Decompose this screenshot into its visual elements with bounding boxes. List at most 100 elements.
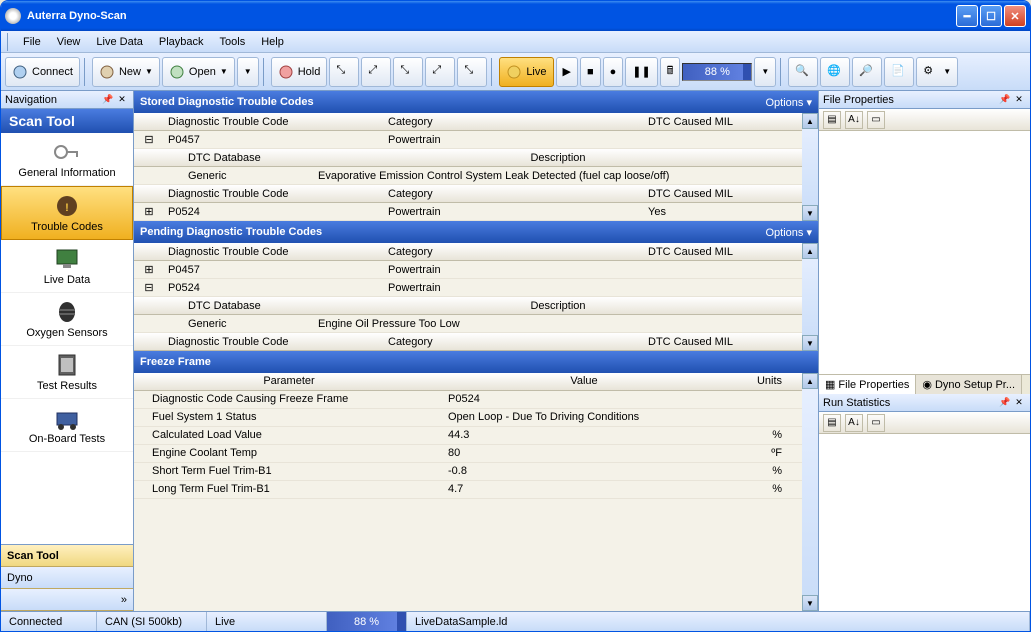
titlebar[interactable]: Auterra Dyno-Scan ━ ☐ ✕ — [1, 1, 1030, 31]
scrollbar[interactable]: ▲ ▼ — [802, 243, 818, 351]
scrollbar[interactable]: ▲ ▼ — [802, 373, 818, 611]
col-header-database[interactable]: DTC Database — [184, 298, 314, 314]
nav-item-general-information[interactable]: General Information — [1, 133, 133, 186]
settings-button[interactable]: ⚙▼ — [916, 57, 958, 87]
scroll-up-icon[interactable]: ▲ — [802, 373, 818, 389]
nav-item-onboard-tests[interactable]: On-Board Tests — [1, 399, 133, 452]
expand-icon[interactable]: ⊞ — [134, 203, 164, 220]
table-row[interactable]: Diagnostic Code Causing Freeze FrameP052… — [134, 391, 802, 409]
tool-button-3[interactable]: 🔎 — [852, 57, 882, 87]
nav-tab-expand[interactable]: » — [1, 589, 133, 611]
scrollbar[interactable]: ▲ ▼ — [802, 113, 818, 221]
table-row[interactable]: Long Term Fuel Trim-B14.7% — [134, 481, 802, 499]
col-header-category[interactable]: Category — [384, 244, 644, 260]
live-button[interactable]: Live — [499, 57, 553, 87]
pin-button[interactable]: 📌 — [998, 93, 1012, 107]
col-header-dtc[interactable]: Diagnostic Trouble Code — [164, 334, 384, 350]
categorize-button[interactable]: ▤ — [823, 414, 841, 432]
table-row[interactable]: Generic Engine Oil Pressure Too Low — [134, 315, 802, 333]
arrows-button-1[interactable]: ⤡ — [329, 57, 359, 87]
collapse-icon[interactable]: ⊟ — [134, 131, 164, 148]
nav-item-trouble-codes[interactable]: ! Trouble Codes — [1, 186, 133, 240]
play-button[interactable]: ▶ — [556, 57, 578, 87]
col-header-parameter[interactable]: Parameter — [134, 373, 444, 390]
sort-button[interactable]: A↓ — [845, 414, 863, 432]
col-header-description[interactable]: Description — [314, 298, 802, 314]
sort-button[interactable]: A↓ — [845, 111, 863, 129]
col-header-category[interactable]: Category — [384, 186, 644, 202]
col-header-mil[interactable]: DTC Caused MIL — [644, 244, 802, 260]
col-header-dtc[interactable]: Diagnostic Trouble Code — [164, 114, 384, 130]
arrows-button-3[interactable]: ⤡ — [393, 57, 423, 87]
pause-button[interactable]: ❚❚ — [625, 57, 657, 87]
nav-item-oxygen-sensors[interactable]: Oxygen Sensors — [1, 293, 133, 346]
table-row[interactable]: Generic Evaporative Emission Control Sys… — [134, 167, 802, 185]
table-row[interactable]: ⊟ P0457 Powertrain — [134, 131, 802, 149]
progress-dropdown[interactable]: ▼ — [754, 57, 776, 87]
tab-dyno-setup[interactable]: ◉Dyno Setup Pr... — [916, 375, 1022, 394]
open-button[interactable]: Open ▼ — [162, 57, 235, 87]
col-header-dtc[interactable]: Diagnostic Trouble Code — [164, 186, 384, 202]
scroll-down-icon[interactable]: ▼ — [802, 595, 818, 611]
close-button[interactable]: ✕ — [1004, 5, 1026, 27]
options-button[interactable]: Options ▾ — [766, 96, 813, 109]
nav-tab-scan-tool[interactable]: Scan Tool — [1, 545, 133, 567]
categorize-button[interactable]: ▤ — [823, 111, 841, 129]
nav-tab-dyno[interactable]: Dyno — [1, 567, 133, 589]
tool-button-1[interactable]: 🔍 — [788, 57, 818, 87]
menu-view[interactable]: View — [49, 34, 89, 50]
minimize-button[interactable]: ━ — [956, 5, 978, 27]
col-header-database[interactable]: DTC Database — [184, 150, 314, 166]
nav-item-live-data[interactable]: Live Data — [1, 240, 133, 293]
table-row[interactable]: ⊞ P0457 Powertrain — [134, 261, 802, 279]
tool-button-4[interactable]: 📄 — [884, 57, 914, 87]
hold-button[interactable]: Hold — [271, 57, 328, 87]
tab-file-properties[interactable]: ▦File Properties — [819, 375, 916, 394]
arrows-button-5[interactable]: ⤡ — [457, 57, 487, 87]
table-row[interactable]: ⊞ P0524 Powertrain Yes — [134, 203, 802, 221]
col-header-units[interactable]: Units — [724, 373, 802, 390]
connect-button[interactable]: Connect — [5, 57, 80, 87]
grip-icon[interactable] — [7, 33, 11, 51]
col-header-dtc[interactable]: Diagnostic Trouble Code — [164, 244, 384, 260]
open-dropdown-button[interactable]: ▼ — [237, 57, 259, 87]
scroll-down-icon[interactable]: ▼ — [802, 205, 818, 221]
pin-button[interactable]: 📌 — [101, 93, 115, 107]
table-row[interactable]: Fuel System 1 StatusOpen Loop - Due To D… — [134, 409, 802, 427]
col-header-category[interactable]: Category — [384, 334, 644, 350]
tool-button-2[interactable]: 🌐 — [820, 57, 850, 87]
counter-button[interactable]: 🖩 — [660, 57, 681, 87]
scroll-up-icon[interactable]: ▲ — [802, 113, 818, 129]
col-header-description[interactable]: Description — [314, 150, 802, 166]
menu-file[interactable]: File — [15, 34, 49, 50]
maximize-button[interactable]: ☐ — [980, 5, 1002, 27]
arrows-button-2[interactable]: ⤢ — [361, 57, 391, 87]
table-row[interactable]: Calculated Load Value44.3% — [134, 427, 802, 445]
pin-button[interactable]: 📌 — [998, 396, 1012, 410]
page-button[interactable]: ▭ — [867, 111, 885, 129]
menu-help[interactable]: Help — [253, 34, 292, 50]
nav-item-test-results[interactable]: Test Results — [1, 346, 133, 399]
col-header-mil[interactable]: DTC Caused MIL — [644, 114, 802, 130]
col-header-mil[interactable]: DTC Caused MIL — [644, 186, 802, 202]
options-button[interactable]: Options ▾ — [766, 226, 813, 239]
menu-playback[interactable]: Playback — [151, 34, 212, 50]
stop-button[interactable]: ■ — [580, 57, 601, 87]
col-header-value[interactable]: Value — [444, 373, 724, 390]
menu-live-data[interactable]: Live Data — [88, 34, 150, 50]
expand-icon[interactable]: ⊞ — [134, 261, 164, 278]
record-button[interactable]: ● — [603, 57, 624, 87]
page-button[interactable]: ▭ — [867, 414, 885, 432]
table-row[interactable]: Engine Coolant Temp80ºF — [134, 445, 802, 463]
panel-close-button[interactable]: ✕ — [115, 93, 129, 107]
arrows-button-4[interactable]: ⤢ — [425, 57, 455, 87]
panel-close-button[interactable]: ✕ — [1012, 93, 1026, 107]
panel-close-button[interactable]: ✕ — [1012, 396, 1026, 410]
scroll-down-icon[interactable]: ▼ — [802, 335, 818, 351]
scroll-up-icon[interactable]: ▲ — [802, 243, 818, 259]
collapse-icon[interactable]: ⊟ — [134, 279, 164, 296]
menu-tools[interactable]: Tools — [212, 34, 254, 50]
table-row[interactable]: Short Term Fuel Trim-B1-0.8% — [134, 463, 802, 481]
col-header-category[interactable]: Category — [384, 114, 644, 130]
col-header-mil[interactable]: DTC Caused MIL — [644, 334, 802, 350]
